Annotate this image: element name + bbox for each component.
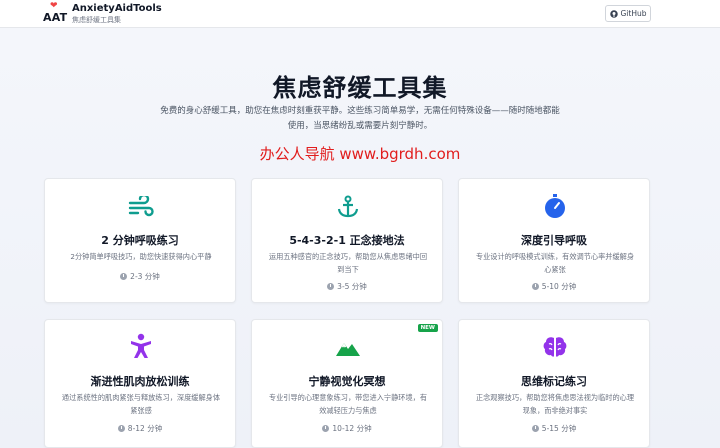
github-icon	[609, 9, 618, 18]
anchor-icon	[334, 193, 362, 221]
top-navbar: ❤ AAT AnxietyAidTools 焦虑舒缓工具集 GitHub	[0, 0, 720, 28]
new-badge: NEW	[417, 324, 438, 332]
card-description: 通过系统性的肌肉紧张与释放练习，深度缓解身体紧张感	[61, 393, 221, 415]
tool-card-grounding[interactable]: 5-4-3-2-1 正念接地法 运用五种感官的正念技巧，帮助您从焦虑思绪中回到当…	[251, 178, 443, 303]
clock-icon	[327, 283, 335, 290]
brain-icon	[541, 333, 569, 361]
clock-icon	[117, 425, 125, 432]
tool-card-thought-labeling[interactable]: 思维标记练习 正念观察技巧，帮助您将焦虑思法视为临时的心理现象，而非绝对事实 5…	[458, 319, 650, 448]
stopwatch-icon	[541, 192, 569, 220]
card-duration: 2-3 分钟	[45, 271, 235, 282]
card-duration: 5-10 分钟	[459, 281, 649, 292]
card-duration: 3-5 分钟	[252, 281, 442, 292]
duration-label: 5-15 分钟	[541, 424, 577, 433]
logo-text: AAT	[43, 11, 68, 24]
heart-icon: ❤	[50, 1, 58, 11]
card-title: 深度引导呼吸	[521, 234, 587, 247]
duration-label: 10-12 分钟	[332, 424, 372, 433]
tool-card-breathing-2min[interactable]: 2 分钟呼吸练习 2分钟简单呼吸技巧，助您快速获得内心平静 2-3 分钟	[44, 178, 236, 303]
clock-icon	[531, 425, 539, 432]
mountain-icon	[334, 334, 362, 362]
card-description: 2分钟简单呼吸技巧，助您快速获得内心平静	[70, 252, 212, 261]
card-duration: 8-12 分钟	[45, 423, 235, 434]
tool-card-muscle-relaxation[interactable]: 渐进性肌肉放松训练 通过系统性的肌肉紧张与释放练习，深度缓解身体紧张感 8-12…	[44, 319, 236, 448]
duration-label: 5-10 分钟	[541, 282, 577, 291]
card-title: 宁静视觉化冥想	[308, 375, 386, 388]
clock-icon	[120, 273, 128, 280]
card-title: 5-4-3-2-1 正念接地法	[289, 234, 405, 247]
watermark-text: 办公人导航 www.bgrdh.com	[259, 145, 461, 163]
wind-icon	[127, 193, 155, 221]
brand-subtitle: 焦虑舒缓工具集	[72, 16, 121, 24]
card-description: 运用五种感官的正念技巧，帮助您从焦虑思绪中回到当下	[268, 252, 428, 274]
duration-label: 2-3 分钟	[130, 272, 160, 281]
card-title: 渐进性肌肉放松训练	[90, 375, 190, 388]
page-description: 免费的身心舒缓工具，助您在焦虑时刻重获平静。这些练习简单易学，无需任何特殊设备—…	[160, 106, 560, 131]
brand-title[interactable]: AnxietyAidTools	[72, 3, 162, 14]
duration-label: 3-5 分钟	[337, 282, 367, 291]
card-duration: 5-15 分钟	[459, 423, 649, 434]
card-description: 专业设计的呼吸模式训练，有效调节心率并缓解身心紧张	[475, 252, 635, 274]
tool-card-deep-breathing[interactable]: 深度引导呼吸 专业设计的呼吸模式训练，有效调节心率并缓解身心紧张 5-10 分钟	[458, 178, 650, 303]
card-duration: 10-12 分钟	[252, 423, 442, 434]
clock-icon	[531, 283, 539, 290]
card-title: 思维标记练习	[521, 375, 587, 388]
github-button[interactable]: GitHub	[605, 5, 651, 22]
card-description: 专业引导的心理意象练习，带您进入宁静环境，有效减轻压力与焦虑	[268, 393, 428, 415]
clock-icon	[322, 425, 330, 432]
page-title: 焦虑舒缓工具集	[272, 74, 448, 102]
card-description: 正念观察技巧，帮助您将焦虑思法视为临时的心理现象，而非绝对事实	[475, 393, 635, 415]
card-title: 2 分钟呼吸练习	[101, 234, 179, 247]
app-logo[interactable]: ❤ AAT	[43, 1, 67, 27]
tool-card-visualization[interactable]: NEW 宁静视觉化冥想 专业引导的心理意象练习，带您进入宁静环境，有效减轻压力与…	[251, 319, 443, 448]
duration-label: 8-12 分钟	[127, 424, 163, 433]
github-label: GitHub	[620, 9, 647, 18]
person-relax-icon	[127, 332, 155, 360]
